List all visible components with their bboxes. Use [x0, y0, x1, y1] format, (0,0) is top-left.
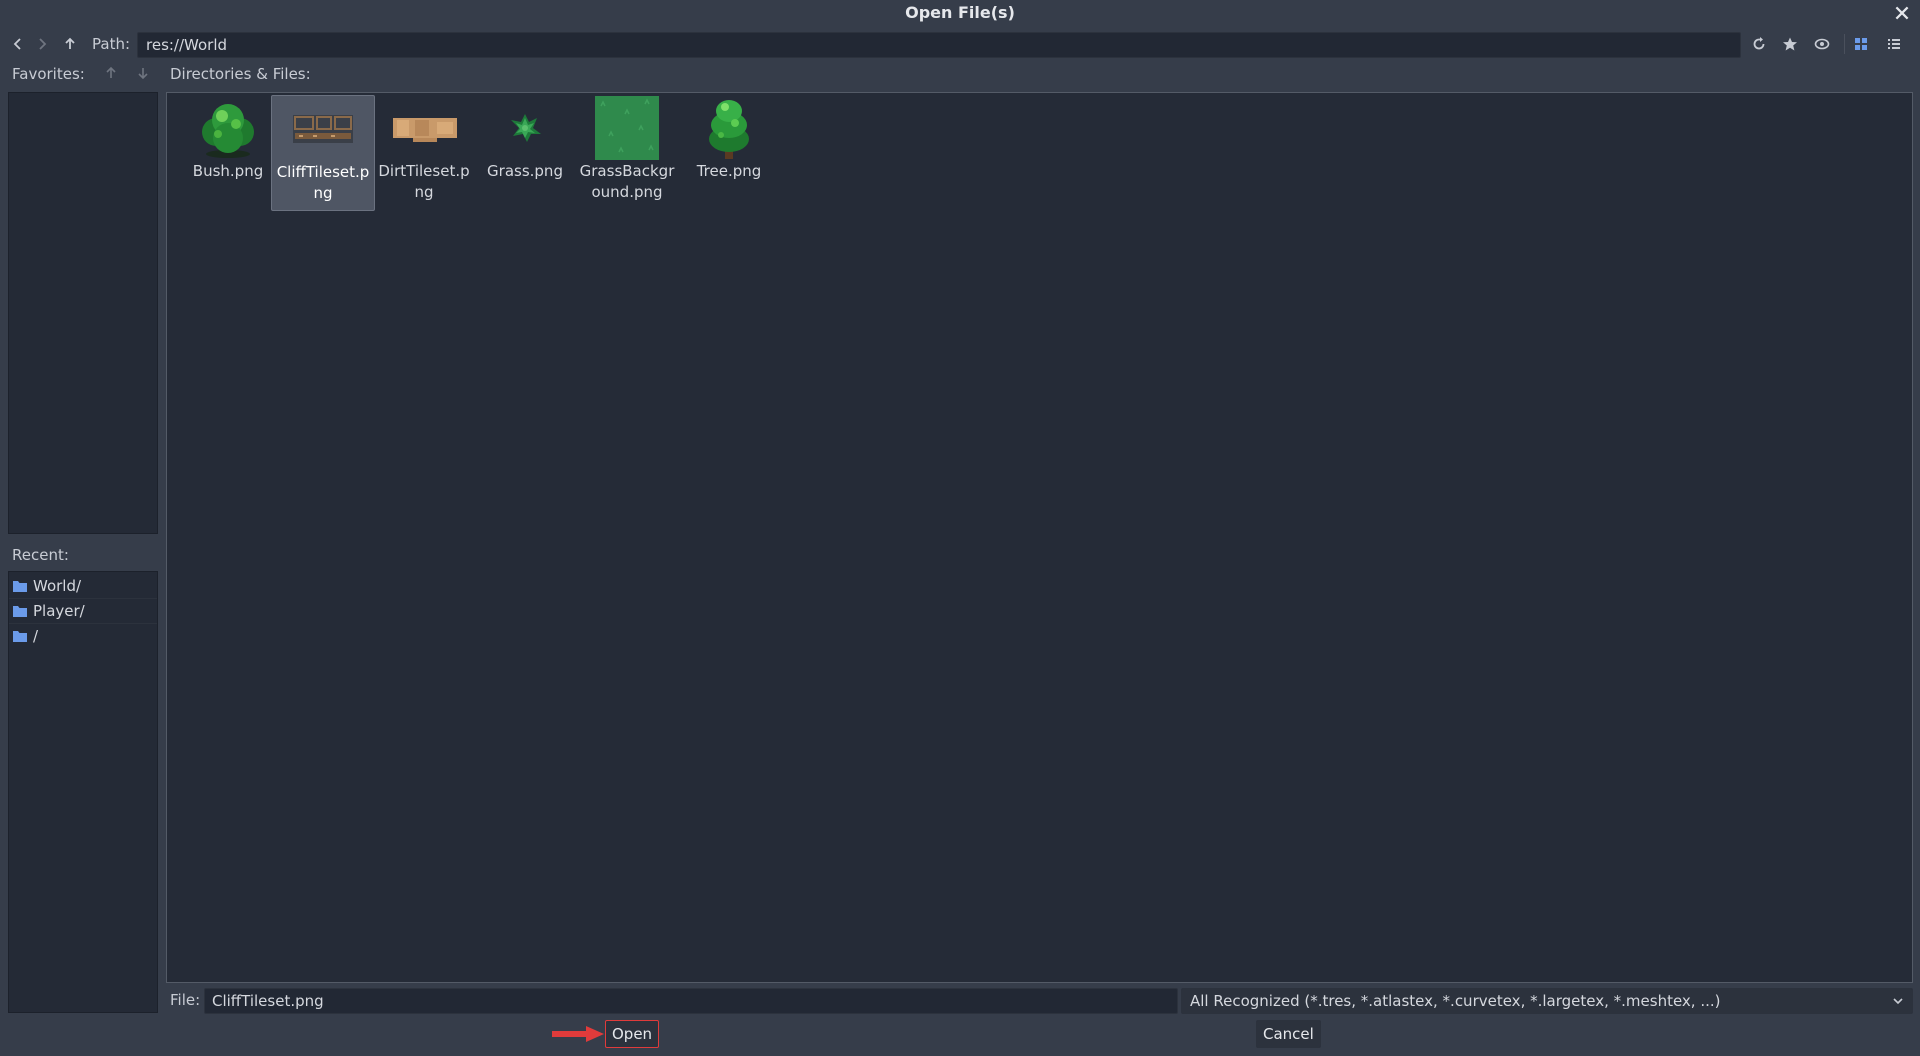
- path-input[interactable]: res://World: [137, 32, 1741, 58]
- cancel-button[interactable]: Cancel: [1256, 1020, 1321, 1048]
- file-item-clifftileset[interactable]: CliffTileset.png: [271, 95, 375, 211]
- file-item-tree[interactable]: Tree.png: [678, 95, 780, 209]
- back-icon[interactable]: [5, 31, 31, 57]
- arrow-annotation-icon: [552, 1026, 604, 1046]
- file-name: Tree.png: [696, 162, 762, 180]
- file-item-bush[interactable]: Bush.png: [177, 95, 279, 209]
- file-filter-select[interactable]: All Recognized (*.tres, *.atlastex, *.cu…: [1181, 988, 1913, 1014]
- folder-icon: [13, 606, 27, 617]
- favorites-list[interactable]: [8, 92, 158, 534]
- grid-view-icon[interactable]: [1848, 31, 1874, 57]
- file-name: DirtTileset.png: [378, 162, 470, 201]
- recent-item-label: Player/: [33, 602, 85, 620]
- close-icon[interactable]: [1888, 0, 1916, 26]
- toolbar-divider: [1844, 34, 1845, 54]
- files-label: Directories & Files:: [170, 65, 311, 83]
- recent-item[interactable]: World/: [9, 574, 157, 599]
- bush-thumbnail: [193, 95, 263, 161]
- grass-thumbnail: [490, 95, 560, 161]
- recent-item-label: World/: [33, 577, 82, 595]
- forward-icon[interactable]: [29, 31, 55, 57]
- dialog-title: Open File(s): [905, 3, 1015, 22]
- files-panel[interactable]: Bush.png CliffTileset.png DirtTileset.pn…: [166, 92, 1913, 983]
- clifftileset-thumbnail: [288, 96, 358, 162]
- chevron-down-icon: [1893, 998, 1903, 1005]
- recent-list[interactable]: World/ Player/ /: [8, 571, 158, 1013]
- file-name: Bush.png: [192, 162, 264, 180]
- file-item-dirttileset[interactable]: DirtTileset.png: [373, 95, 475, 209]
- list-view-icon[interactable]: [1881, 31, 1907, 57]
- file-label: File:: [170, 991, 201, 1009]
- path-label: Path:: [92, 35, 131, 53]
- move-favorite-down-icon[interactable]: [131, 61, 155, 85]
- favorites-label: Favorites:: [12, 65, 85, 83]
- move-favorite-up-icon[interactable]: [99, 61, 123, 85]
- recent-item-label: /: [33, 627, 39, 645]
- favorite-star-icon[interactable]: [1777, 31, 1803, 57]
- tree-thumbnail: [694, 95, 764, 161]
- file-name: Grass.png: [487, 162, 563, 180]
- file-name: CliffTileset.png: [276, 163, 370, 202]
- dirttileset-thumbnail: [389, 95, 459, 161]
- go-up-icon[interactable]: [57, 31, 83, 57]
- open-button[interactable]: Open: [605, 1020, 660, 1048]
- recent-item[interactable]: Player/: [9, 599, 157, 624]
- file-item-grass[interactable]: Grass.png: [474, 95, 576, 209]
- show-hidden-eye-icon[interactable]: [1809, 31, 1835, 57]
- recent-item[interactable]: /: [9, 624, 157, 648]
- file-name-input[interactable]: CliffTileset.png: [204, 988, 1178, 1014]
- file-item-grassbackground[interactable]: GrassBackground.png: [576, 95, 678, 209]
- folder-icon: [13, 631, 27, 642]
- file-filter-value: All Recognized (*.tres, *.atlastex, *.cu…: [1190, 992, 1721, 1010]
- recent-label: Recent:: [12, 546, 69, 564]
- grassbackground-thumbnail: [592, 95, 662, 161]
- refresh-icon[interactable]: [1746, 31, 1772, 57]
- folder-icon: [13, 581, 27, 592]
- file-name: GrassBackground.png: [579, 162, 675, 201]
